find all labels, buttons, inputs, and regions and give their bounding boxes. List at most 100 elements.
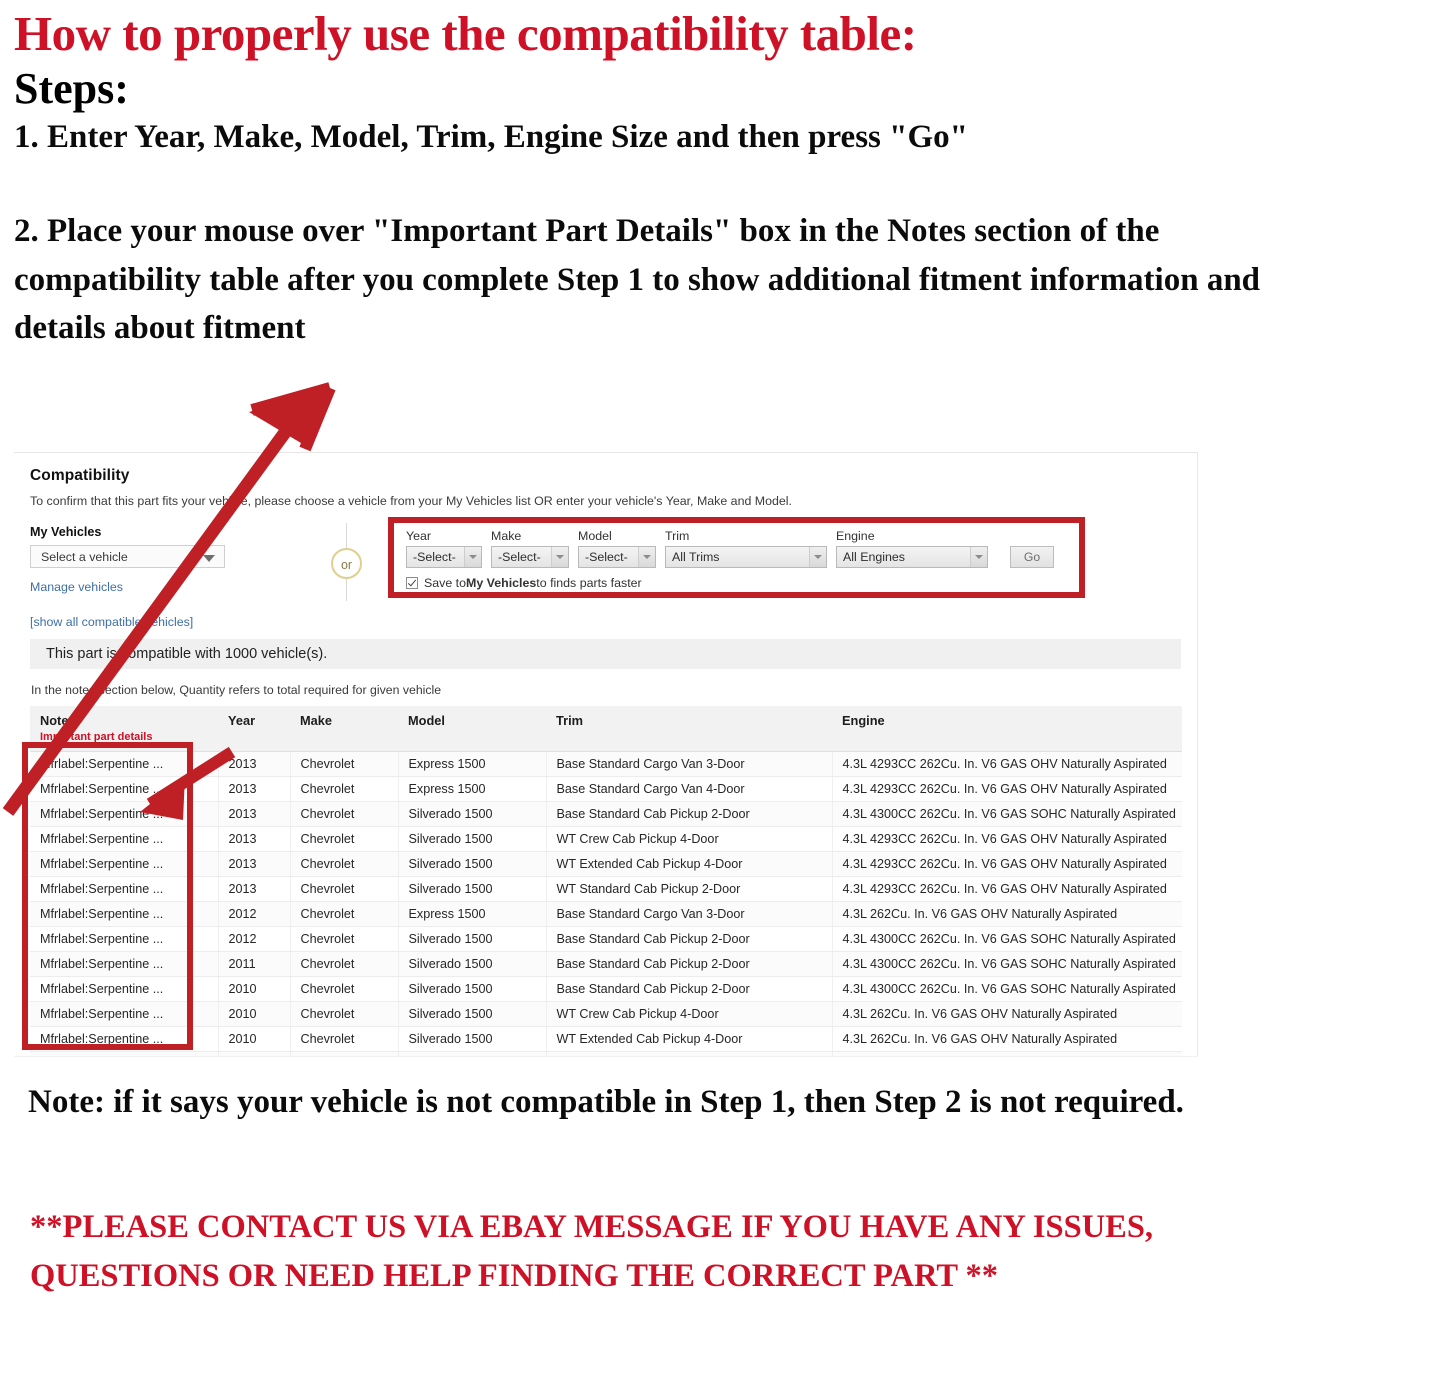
- compatibility-heading: Compatibility: [30, 467, 130, 484]
- cell-engine: 4.3L 262Cu. In. V6 GAS OHV Naturally Asp…: [832, 1026, 1182, 1052]
- header-engine: Engine: [832, 706, 1182, 752]
- compatible-count-bar: This part is compatible with 1000 vehicl…: [30, 639, 1181, 669]
- cell-make: Chevrolet: [290, 926, 399, 952]
- cell-trim: WT Standard Cab Pickup 2-Door: [546, 876, 833, 902]
- trim-label: Trim: [665, 529, 690, 543]
- engine-select-value: All Engines: [843, 550, 905, 564]
- table-header-row: Notes Important part details Year Make M…: [30, 706, 1182, 752]
- cell-model: Silverado 1500: [398, 1026, 547, 1052]
- table-row: Mfrlabel:Serpentine ... 2012 Chevrolet Silv…: [30, 926, 1182, 952]
- cell-trim: WT Extended Cab Pickup 4-Door: [546, 1026, 833, 1052]
- make-select-value: -Select-: [498, 550, 541, 564]
- chevron-down-icon: [970, 547, 987, 567]
- cell-make: Chevrolet: [290, 751, 399, 777]
- cell-model: Express 1500: [398, 751, 547, 777]
- cell-engine: 4.3L 262Cu. In. V6 GAS OHV Naturally Asp…: [832, 901, 1182, 927]
- year-select[interactable]: -Select-: [406, 546, 482, 568]
- cell-model: Silverado 1500: [398, 926, 547, 952]
- cell-make: Chevrolet: [290, 951, 399, 977]
- cell-trim: WT Standard Cab Pickup 2-Door: [546, 1051, 833, 1056]
- vehicle-chooser: My Vehicles Select a vehicle Manage vehi…: [30, 517, 1181, 633]
- cell-make: Chevrolet: [290, 776, 399, 802]
- cell-year: 2012: [218, 926, 291, 952]
- cell-make: Chevrolet: [290, 1051, 399, 1056]
- chevron-down-icon: [809, 547, 826, 567]
- cell-notes[interactable]: Mfrlabel:Serpentine ...: [30, 826, 219, 852]
- table-row: Mfrlabel:Serpentine ... 2012 Chevrolet Expr…: [30, 901, 1182, 927]
- table-row: Mfrlabel:Serpentine ... 2013 Chevrolet Silv…: [30, 851, 1182, 877]
- cell-notes[interactable]: Mfrlabel:Serpentine ...: [30, 876, 219, 902]
- show-all-compatible-vehicles-link[interactable]: [show all compatible vehicles]: [30, 615, 193, 629]
- cell-notes[interactable]: Mfrlabel:Serpentine ...: [30, 751, 219, 777]
- manage-vehicles-link[interactable]: Manage vehicles: [30, 580, 123, 594]
- note-step-text: Note: if it says your vehicle is not com…: [28, 1084, 1184, 1120]
- cell-notes[interactable]: Mfrlabel:Serpentine ...: [30, 951, 219, 977]
- ymmte-fields-row: Year -Select- Make -Select- Model -Selec…: [394, 523, 1079, 568]
- trim-select-value: All Trims: [672, 550, 720, 564]
- header-notes: Notes Important part details: [30, 706, 218, 752]
- cell-make: Chevrolet: [290, 801, 399, 827]
- cell-notes[interactable]: Mfrlabel:Serpentine ...: [30, 1001, 219, 1027]
- cell-trim: WT Crew Cab Pickup 4-Door: [546, 1001, 833, 1027]
- cell-notes[interactable]: Mfrlabel:Serpentine ...: [30, 851, 219, 877]
- cell-engine: 4.3L 4293CC 262Cu. In. V6 GAS OHV Natura…: [832, 876, 1182, 902]
- make-select[interactable]: -Select-: [491, 546, 569, 568]
- cell-model: Silverado 1500: [398, 1001, 547, 1027]
- trim-field: Trim All Trims: [665, 529, 827, 568]
- header-model: Model: [398, 706, 546, 752]
- cell-year: 2010: [218, 976, 291, 1002]
- cell-notes[interactable]: Mfrlabel:Serpentine ...: [30, 901, 219, 927]
- cell-year: 2013: [218, 826, 291, 852]
- save-to-my-vehicles-checkbox[interactable]: [406, 577, 418, 589]
- make-field: Make -Select-: [491, 529, 569, 568]
- cell-notes[interactable]: Mfrlabel:Serpentine ...: [30, 801, 219, 827]
- quantity-note: In the notes section below, Quantity ref…: [31, 683, 442, 697]
- cell-engine: 4.3L 4300CC 262Cu. In. V6 GAS SOHC Natur…: [832, 976, 1182, 1002]
- cell-make: Chevrolet: [290, 976, 399, 1002]
- cell-trim: Base Standard Cargo Van 4-Door: [546, 776, 833, 802]
- header-trim: Trim: [546, 706, 832, 752]
- cell-make: Chevrolet: [290, 876, 399, 902]
- table-row: Mfrlabel:Serpentine ...2010ChevroletSilv…: [30, 1026, 1182, 1052]
- cell-notes[interactable]: Mfrlabel:Serpentine ...: [30, 976, 219, 1002]
- cell-engine: 4.3L 262Cu. In. V6 GAS OHV Naturally Asp…: [832, 1051, 1182, 1056]
- model-select-value: -Select-: [585, 550, 628, 564]
- chevron-down-icon: [638, 547, 655, 567]
- my-vehicles-select-value: Select a vehicle: [41, 550, 128, 564]
- important-part-details-label: Important part details: [40, 731, 153, 743]
- year-label: Year: [406, 529, 432, 543]
- trim-select[interactable]: All Trims: [665, 546, 827, 568]
- save-to-my-vehicles-row[interactable]: Save to My Vehicles to finds parts faste…: [406, 576, 1079, 590]
- cell-notes[interactable]: Mfrlabel:Serpentine ...: [30, 1051, 219, 1056]
- cell-model: Silverado 1500: [398, 951, 547, 977]
- page-title: How to properly use the compatibility ta…: [14, 6, 917, 61]
- my-vehicles-select[interactable]: Select a vehicle: [30, 545, 225, 568]
- cell-model: Silverado 1500: [398, 801, 547, 827]
- cell-year: 2010: [218, 1051, 291, 1056]
- cell-trim: Base Standard Cargo Van 3-Door: [546, 751, 833, 777]
- go-button[interactable]: Go: [1010, 546, 1054, 568]
- year-select-value: -Select-: [413, 550, 456, 564]
- cell-make: Chevrolet: [290, 826, 399, 852]
- header-make: Make: [290, 706, 398, 752]
- table-row: Mfrlabel:Serpentine ... 2011 Chevrolet Silv…: [30, 951, 1182, 977]
- cell-model: Express 1500: [398, 776, 547, 802]
- model-select[interactable]: -Select-: [578, 546, 656, 568]
- chevron-down-icon: [203, 555, 215, 562]
- cell-model: Silverado 1500: [398, 851, 547, 877]
- cell-engine: 4.3L 4293CC 262Cu. In. V6 GAS OHV Natura…: [832, 776, 1182, 802]
- cell-notes[interactable]: Mfrlabel:Serpentine ...: [30, 776, 219, 802]
- or-label: or: [331, 548, 362, 579]
- cell-trim: Base Standard Cab Pickup 2-Door: [546, 926, 833, 952]
- my-vehicles-section: My Vehicles Select a vehicle Manage vehi…: [30, 525, 280, 629]
- cell-engine: 4.3L 4293CC 262Cu. In. V6 GAS OHV Natura…: [832, 751, 1182, 777]
- cell-notes[interactable]: Mfrlabel:Serpentine ...: [30, 926, 219, 952]
- contact-us-note: **PLEASE CONTACT US VIA EBAY MESSAGE IF …: [30, 1209, 1154, 1295]
- cell-year: 2013: [218, 751, 291, 777]
- engine-select[interactable]: All Engines: [836, 546, 988, 568]
- cell-notes[interactable]: Mfrlabel:Serpentine ...: [30, 1026, 219, 1052]
- cell-trim: Base Standard Cargo Van 3-Door: [546, 901, 833, 927]
- cell-trim: WT Crew Cab Pickup 4-Door: [546, 826, 833, 852]
- cell-year: 2010: [218, 1001, 291, 1027]
- model-label: Model: [578, 529, 612, 543]
